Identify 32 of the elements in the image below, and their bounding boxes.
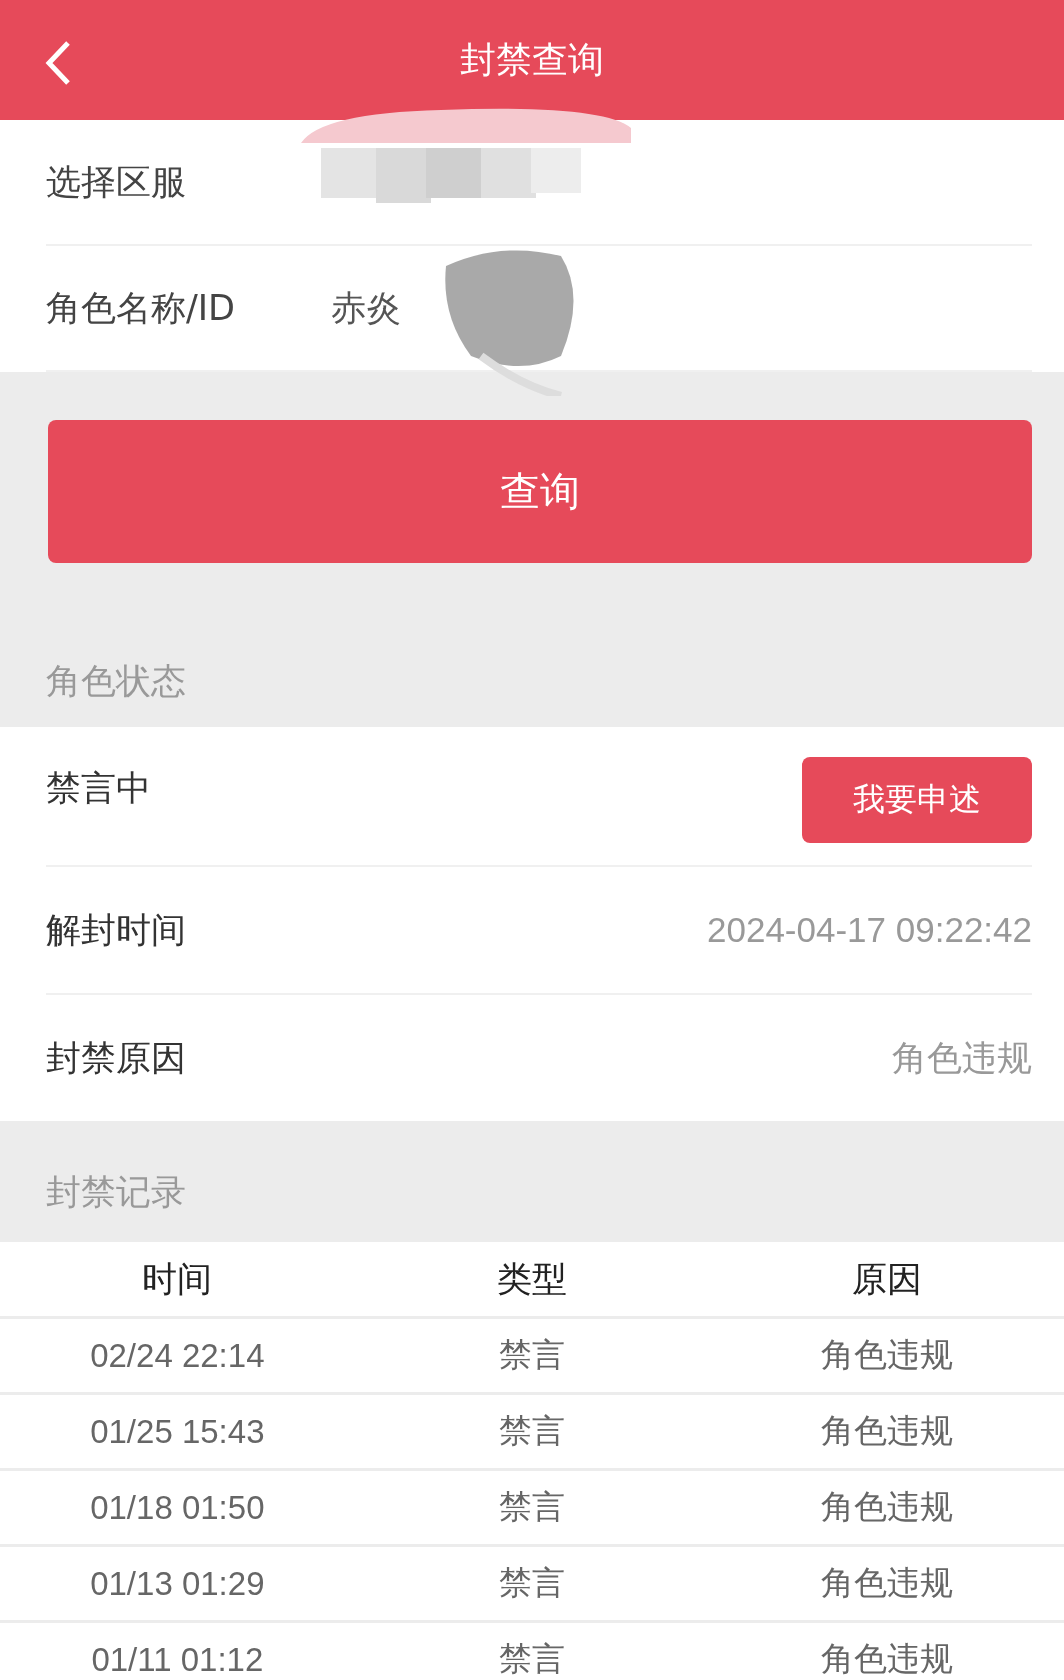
table-cell: 角色违规 — [709, 1317, 1064, 1394]
back-icon[interactable] — [44, 40, 72, 86]
table-cell: 01/13 01:29 — [0, 1545, 355, 1622]
column-header: 时间 — [0, 1242, 355, 1318]
column-header: 原因 — [709, 1242, 1064, 1318]
section-title: 角色状态 — [46, 660, 186, 703]
section-title: 封禁记录 — [46, 1171, 186, 1214]
table-cell: 01/25 15:43 — [0, 1393, 355, 1470]
column-header: 类型 — [354, 1242, 710, 1318]
field-value: 赤炎 — [331, 286, 401, 330]
table-cell: 角色违规 — [709, 1545, 1064, 1622]
table-cell: 02/24 22:14 — [0, 1317, 355, 1394]
table-cell: 禁言 — [354, 1621, 710, 1680]
table-cell: 角色违规 — [709, 1621, 1064, 1680]
table-cell: 禁言 — [354, 1469, 710, 1546]
detail-label: 解封时间 — [46, 908, 186, 952]
status-text: 禁言中 — [46, 767, 151, 810]
page-title: 封禁查询 — [460, 37, 604, 82]
field-label: 角色名称/ID — [46, 286, 237, 330]
field-label: 选择区服 — [46, 160, 187, 204]
table-cell: 禁言 — [354, 1317, 710, 1394]
appeal-button[interactable]: 我要申述 — [802, 757, 1032, 843]
detail-value: 2024-04-17 09:22:42 — [707, 910, 1032, 950]
table-cell: 禁言 — [354, 1393, 710, 1470]
query-button[interactable]: 查询 — [48, 420, 1032, 563]
table-cell: 01/11 01:12 — [0, 1621, 355, 1680]
table-cell: 01/18 01:50 — [0, 1469, 355, 1546]
table-cell: 角色违规 — [709, 1393, 1064, 1470]
detail-value: 角色违规 — [892, 1036, 1032, 1079]
table-cell: 角色违规 — [709, 1469, 1064, 1546]
table-cell: 禁言 — [354, 1545, 710, 1622]
detail-label: 封禁原因 — [46, 1036, 186, 1080]
